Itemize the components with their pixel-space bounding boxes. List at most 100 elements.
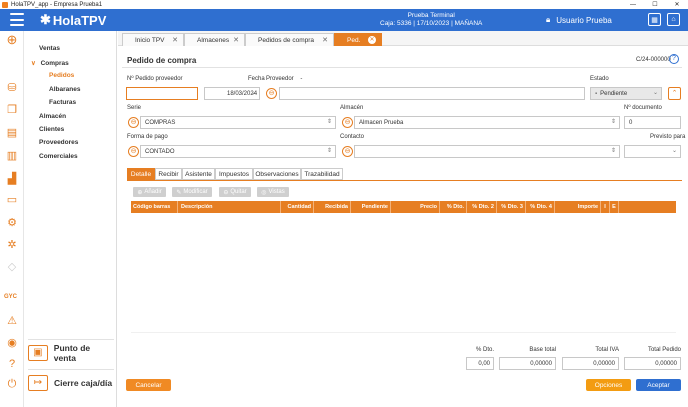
remove-line-button[interactable]: ⊖ Quitar: [219, 187, 251, 197]
close-icon[interactable]: ✕: [172, 36, 178, 44]
col-codigo-barras[interactable]: Código barras: [131, 201, 178, 213]
estado-select[interactable]: ▪ Pendiente ⌄: [590, 87, 662, 100]
almacen-search-button[interactable]: ⊖: [342, 117, 353, 128]
minimize-button[interactable]: —: [622, 0, 644, 9]
close-icon[interactable]: ✕: [322, 36, 328, 44]
grid-body[interactable]: [131, 213, 676, 333]
tab-pedido-active[interactable]: Ped. ✕: [334, 33, 382, 46]
options-button[interactable]: Opciones: [586, 379, 631, 391]
minus-icon: ⊖: [223, 189, 229, 196]
warning-icon[interactable]: ⚠: [5, 314, 19, 328]
num-documento-input[interactable]: 0: [624, 116, 681, 129]
sidebar-item-facturas[interactable]: Facturas: [49, 99, 76, 106]
display-icon[interactable]: ▭: [5, 193, 19, 207]
almacen-input[interactable]: Almacen Prueba ⇕: [354, 116, 620, 129]
chevron-up-button[interactable]: ⌃: [668, 87, 681, 100]
contacto-search-button[interactable]: ⊖: [342, 146, 353, 157]
sidebar-item-compras[interactable]: ∨ Compras: [31, 59, 69, 67]
sidebar-item-proveedores[interactable]: Proveedores: [39, 139, 78, 146]
tab-observaciones[interactable]: Observaciones: [253, 168, 301, 180]
maximize-button[interactable]: ☐: [644, 0, 666, 9]
forma-pago-input[interactable]: CONTADO ⇕: [140, 145, 336, 158]
tag-icon[interactable]: ◇: [5, 260, 19, 274]
tab-detalle[interactable]: Detalle: [127, 168, 155, 180]
fecha-input[interactable]: 18/03/2024 ⌄: [204, 87, 260, 100]
close-register-button[interactable]: ↦ Cierre caja/día: [28, 369, 114, 395]
sidebar-item-albaranes[interactable]: Albaranes: [49, 86, 80, 93]
gear-icon[interactable]: ✲: [5, 238, 19, 252]
close-register-label: Cierre caja/día: [54, 377, 113, 388]
col-e[interactable]: E: [610, 201, 619, 213]
sidebar-nav: Ventas ∨ Compras Pedidos Albaranes Factu…: [24, 31, 117, 407]
serie-search-button[interactable]: ⊖: [128, 117, 139, 128]
help-icon[interactable]: ?: [669, 54, 679, 64]
close-window-button[interactable]: ✕: [666, 0, 688, 9]
point-of-sale-button[interactable]: ▣ Punto de venta: [28, 339, 114, 365]
accept-button[interactable]: Aceptar: [636, 379, 681, 391]
estado-value: Pendiente: [600, 90, 628, 97]
add-icon[interactable]: ⊕: [5, 33, 19, 47]
col-dto[interactable]: % Dto.: [440, 201, 467, 213]
sidebar-item-ventas[interactable]: Ventas: [39, 45, 60, 52]
serie-input[interactable]: COMPRAS ⇕: [140, 116, 336, 129]
chevron-down-icon[interactable]: ⌄: [251, 89, 256, 96]
col-dto4[interactable]: % Dto. 4: [526, 201, 555, 213]
views-button[interactable]: ◎ Vistas: [257, 187, 289, 197]
proveedor-search-button[interactable]: ⊖: [266, 88, 277, 99]
remove-line-label: Quitar: [230, 189, 247, 195]
chevron-down-icon[interactable]: ⌄: [672, 147, 677, 154]
tab-asistente[interactable]: Asistente: [182, 168, 215, 180]
forma-pago-search-button[interactable]: ⊖: [128, 146, 139, 157]
modify-line-button[interactable]: ✎ Modificar: [172, 187, 212, 197]
close-icon[interactable]: ✕: [368, 36, 376, 44]
col-precio[interactable]: Precio: [391, 201, 440, 213]
col-cantidad[interactable]: Cantidad: [281, 201, 314, 213]
col-importe[interactable]: Importe: [555, 201, 601, 213]
icon-rail: ⊕ ⛁ ❐ ▤ ▥ ▟ ▭ ⚙ ✲ ◇ GYC ⚠ ◉ ? ⏻: [0, 31, 24, 407]
add-line-button[interactable]: ⊕ Añadir: [133, 187, 166, 197]
power-icon[interactable]: ⏻: [5, 377, 19, 391]
previsto-para-input[interactable]: ⌄: [624, 145, 681, 158]
tags-icon[interactable]: ❐: [5, 103, 19, 117]
tab-inicio-tpv[interactable]: Inicio TPV ✕: [122, 33, 184, 46]
settings-icon[interactable]: ⚙: [5, 216, 19, 230]
header-actions: ▦ ⌂: [648, 13, 680, 26]
contacto-input[interactable]: ⇕: [354, 145, 620, 158]
menu-icon[interactable]: [10, 13, 24, 26]
views-label: Vistas: [268, 189, 285, 195]
num-documento-label: Nº documento: [624, 105, 662, 111]
proveedor-input[interactable]: [279, 87, 585, 100]
sidebar-item-clientes[interactable]: Clientes: [39, 126, 64, 133]
cancel-button[interactable]: Cancelar: [126, 379, 171, 391]
clipboard-icon[interactable]: ▤: [5, 126, 19, 140]
bag-icon[interactable]: ⛁: [5, 81, 19, 95]
tab-impuestos[interactable]: Impuestos: [215, 168, 253, 180]
tab-recibir[interactable]: Recibir: [155, 168, 182, 180]
col-dto2[interactable]: % Dto. 2: [467, 201, 497, 213]
col-recibida[interactable]: Recibida: [314, 201, 351, 213]
col-descripcion[interactable]: Descripción: [178, 201, 281, 213]
col-pendiente[interactable]: Pendiente: [351, 201, 391, 213]
help-circle-icon[interactable]: ?: [5, 357, 19, 371]
sidebar-item-pedidos[interactable]: Pedidos: [49, 72, 74, 79]
pedido-proveedor-input[interactable]: [126, 87, 198, 100]
previsto-para-label: Previsto para: [650, 134, 686, 140]
user-icon[interactable]: ◉: [5, 336, 19, 350]
chart-icon[interactable]: ▟: [5, 172, 19, 186]
sidebar-item-almacen[interactable]: Almacén: [39, 113, 66, 120]
user-area[interactable]: 🔒︎ Usuario Prueba: [546, 15, 612, 25]
building-icon[interactable]: ⌂: [667, 13, 680, 26]
tab-label: Ped.: [347, 36, 361, 44]
divider: [122, 67, 682, 68]
total-dto-field[interactable]: 0,00: [466, 357, 494, 370]
clipboard-list-icon[interactable]: ▥: [5, 149, 19, 163]
tab-pedidos-compra[interactable]: Pedidos de compra ✕: [245, 33, 334, 46]
calculator-icon[interactable]: ▦: [648, 13, 661, 26]
col-dto3[interactable]: % Dto. 3: [497, 201, 526, 213]
total-iva-label: Total IVA: [595, 347, 619, 353]
close-icon[interactable]: ✕: [233, 36, 239, 44]
sidebar-item-comerciales[interactable]: Comerciales: [39, 153, 78, 160]
col-i[interactable]: I: [601, 201, 610, 213]
tab-almacenes[interactable]: Almacenes ✕: [184, 33, 245, 46]
tab-trazabilidad[interactable]: Trazabilidad: [301, 168, 343, 180]
